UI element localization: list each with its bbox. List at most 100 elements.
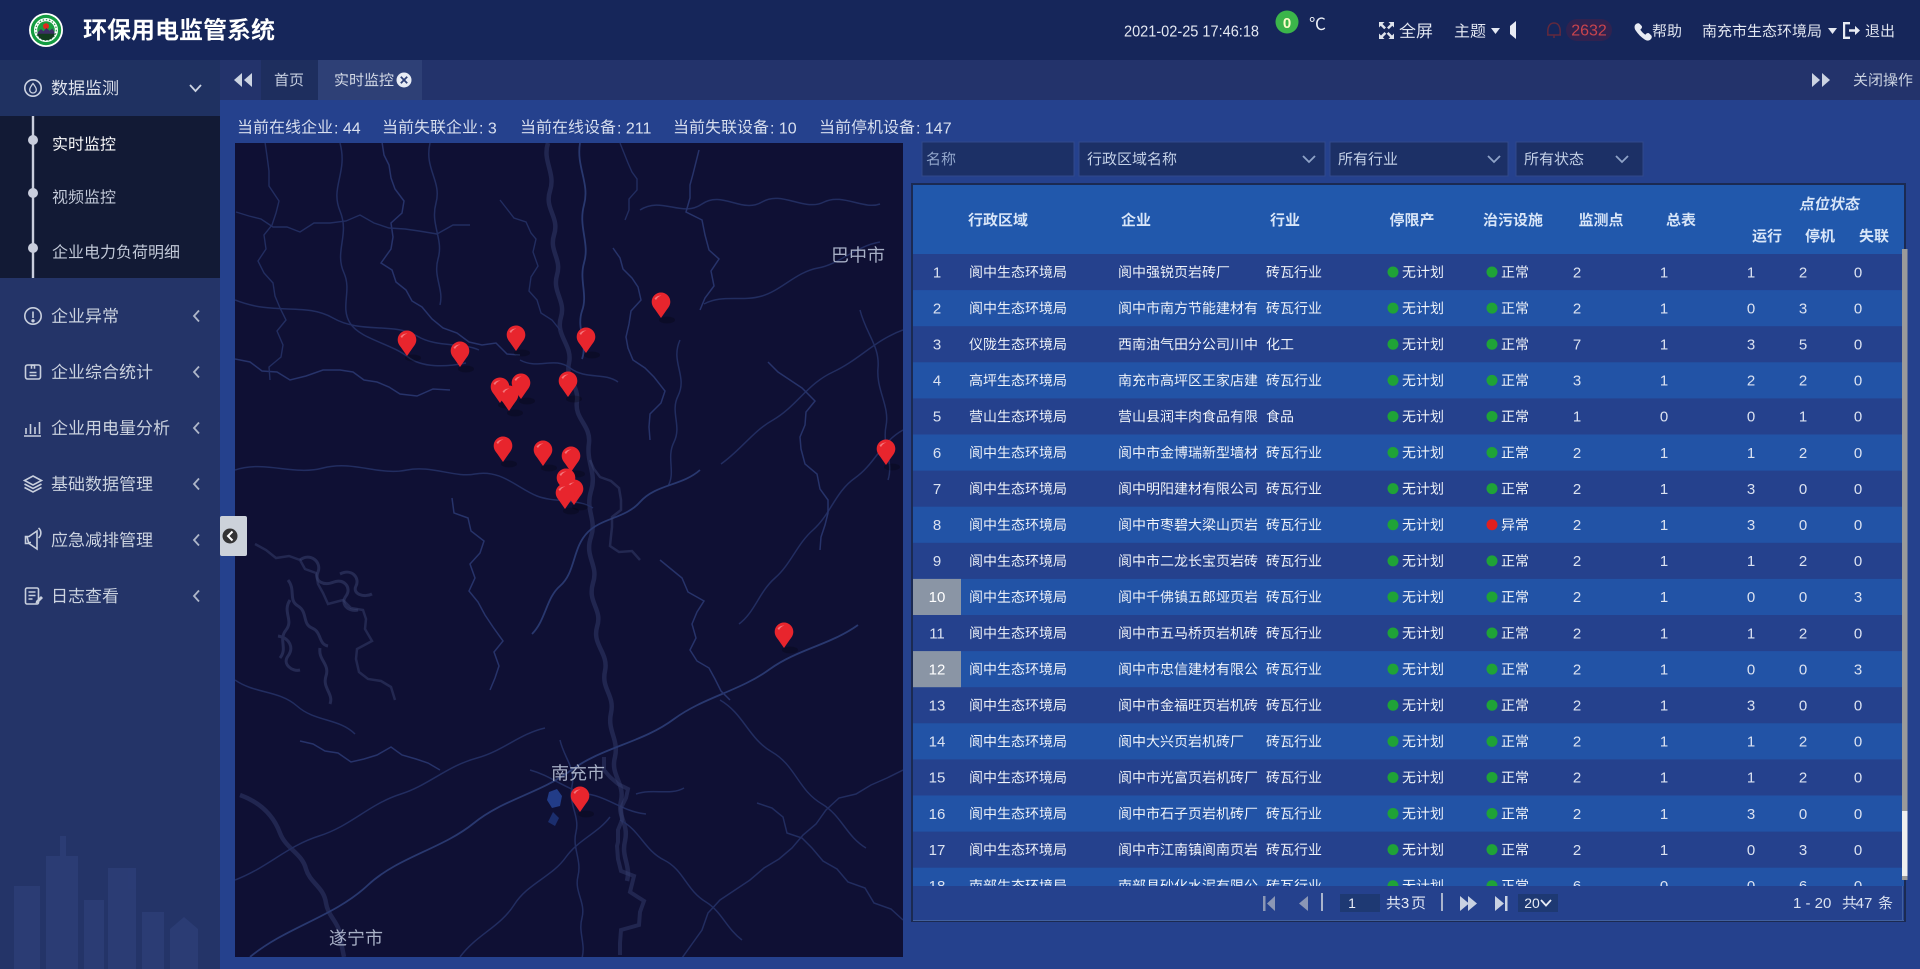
svg-text:0: 0 bbox=[1854, 481, 1862, 498]
svg-text:2: 2 bbox=[1573, 770, 1581, 787]
svg-text:14: 14 bbox=[929, 734, 946, 751]
svg-text:0: 0 bbox=[1747, 300, 1755, 317]
svg-text:1: 1 bbox=[1660, 625, 1668, 642]
svg-text:3: 3 bbox=[1573, 373, 1581, 390]
svg-text:3: 3 bbox=[933, 337, 941, 354]
svg-text:1: 1 bbox=[1660, 445, 1668, 462]
svg-text:0: 0 bbox=[1854, 445, 1862, 462]
svg-text:2: 2 bbox=[1799, 553, 1807, 570]
svg-text:0: 0 bbox=[1854, 806, 1862, 823]
svg-text:1: 1 bbox=[1747, 625, 1755, 642]
svg-text:3: 3 bbox=[1747, 517, 1755, 534]
svg-text:1: 1 bbox=[1660, 337, 1668, 354]
svg-text:0: 0 bbox=[1747, 589, 1755, 606]
svg-text:0: 0 bbox=[1747, 842, 1755, 859]
svg-text:3: 3 bbox=[1854, 589, 1862, 606]
svg-text:2: 2 bbox=[1573, 589, 1581, 606]
svg-text:3: 3 bbox=[1747, 698, 1755, 715]
svg-text:1: 1 bbox=[1660, 806, 1668, 823]
svg-text:2: 2 bbox=[1573, 661, 1581, 678]
svg-text:1: 1 bbox=[1660, 698, 1668, 715]
svg-text:11: 11 bbox=[929, 625, 945, 642]
svg-text:1: 1 bbox=[1747, 770, 1755, 787]
svg-text:: 10: : 10 bbox=[770, 121, 797, 138]
svg-text:1 - 20: 1 - 20 bbox=[1793, 895, 1831, 912]
svg-text:1: 1 bbox=[1660, 553, 1668, 570]
svg-text:1: 1 bbox=[1660, 517, 1668, 534]
svg-text:1: 1 bbox=[1799, 409, 1807, 426]
svg-text:1: 1 bbox=[933, 264, 941, 281]
svg-text:: 211: : 211 bbox=[617, 121, 652, 138]
svg-text:0: 0 bbox=[1854, 373, 1862, 390]
svg-text:0: 0 bbox=[1854, 734, 1862, 751]
svg-text:1: 1 bbox=[1747, 264, 1755, 281]
svg-text:0: 0 bbox=[1799, 517, 1807, 534]
svg-text:1: 1 bbox=[1660, 481, 1668, 498]
svg-text:13: 13 bbox=[929, 698, 946, 715]
svg-text:2: 2 bbox=[1573, 553, 1581, 570]
svg-text:15: 15 bbox=[929, 770, 946, 787]
svg-text:0: 0 bbox=[1854, 517, 1862, 534]
svg-text:0: 0 bbox=[1854, 842, 1862, 859]
svg-text:0: 0 bbox=[1854, 300, 1862, 317]
svg-text:20: 20 bbox=[1524, 895, 1540, 911]
svg-text:0: 0 bbox=[1799, 698, 1807, 715]
svg-text:2: 2 bbox=[1573, 445, 1581, 462]
svg-text:0: 0 bbox=[1854, 698, 1862, 715]
svg-text:3: 3 bbox=[1799, 300, 1807, 317]
svg-text:: 147: : 147 bbox=[916, 121, 952, 138]
svg-text:2632: 2632 bbox=[1571, 23, 1607, 40]
svg-text:4: 4 bbox=[933, 373, 941, 390]
svg-text:0: 0 bbox=[1854, 553, 1862, 570]
svg-text:0: 0 bbox=[1854, 409, 1862, 426]
svg-text:0: 0 bbox=[1283, 15, 1291, 32]
svg-text:0: 0 bbox=[1854, 264, 1862, 281]
svg-text:1: 1 bbox=[1348, 895, 1356, 911]
svg-text:3: 3 bbox=[1799, 842, 1807, 859]
svg-text:0: 0 bbox=[1660, 409, 1668, 426]
svg-text:1: 1 bbox=[1660, 300, 1668, 317]
svg-text:2: 2 bbox=[1799, 625, 1807, 642]
svg-text:9: 9 bbox=[933, 553, 941, 570]
svg-text:3: 3 bbox=[1747, 481, 1755, 498]
svg-text:7: 7 bbox=[933, 481, 941, 498]
svg-text:6: 6 bbox=[933, 445, 941, 462]
svg-text:0: 0 bbox=[1747, 409, 1755, 426]
svg-text:2: 2 bbox=[1799, 373, 1807, 390]
svg-text:16: 16 bbox=[929, 806, 946, 823]
svg-text:1: 1 bbox=[1747, 445, 1755, 462]
svg-text:1: 1 bbox=[1747, 553, 1755, 570]
svg-text:17: 17 bbox=[929, 842, 946, 859]
svg-text:2: 2 bbox=[1573, 481, 1581, 498]
svg-text:1: 1 bbox=[1573, 409, 1581, 426]
svg-text:5: 5 bbox=[933, 409, 941, 426]
svg-text:0: 0 bbox=[1854, 770, 1862, 787]
svg-text:0: 0 bbox=[1799, 589, 1807, 606]
svg-text:3: 3 bbox=[1401, 895, 1409, 912]
svg-text:1: 1 bbox=[1660, 770, 1668, 787]
svg-text:3: 3 bbox=[1747, 806, 1755, 823]
svg-text:2: 2 bbox=[1573, 734, 1581, 751]
svg-text:2: 2 bbox=[1799, 264, 1807, 281]
svg-text:2: 2 bbox=[1573, 842, 1581, 859]
svg-text:2: 2 bbox=[1573, 625, 1581, 642]
svg-text:5: 5 bbox=[1799, 337, 1807, 354]
svg-text:0: 0 bbox=[1799, 481, 1807, 498]
svg-text:12: 12 bbox=[929, 661, 946, 678]
svg-text:0: 0 bbox=[1854, 625, 1862, 642]
svg-text:2: 2 bbox=[1747, 373, 1755, 390]
svg-text:1: 1 bbox=[1660, 264, 1668, 281]
svg-text:0: 0 bbox=[1854, 337, 1862, 354]
svg-text:3: 3 bbox=[1854, 661, 1862, 678]
svg-text:2: 2 bbox=[1799, 770, 1807, 787]
svg-text:10: 10 bbox=[929, 589, 946, 606]
svg-text:3: 3 bbox=[1747, 337, 1755, 354]
svg-text:2021-02-25 17:46:18: 2021-02-25 17:46:18 bbox=[1124, 24, 1259, 41]
svg-text:2: 2 bbox=[1573, 300, 1581, 317]
svg-text:2: 2 bbox=[1573, 264, 1581, 281]
svg-text:2: 2 bbox=[933, 300, 941, 317]
svg-text:1: 1 bbox=[1747, 734, 1755, 751]
svg-text:2: 2 bbox=[1799, 445, 1807, 462]
svg-text:2: 2 bbox=[1573, 806, 1581, 823]
svg-text:0: 0 bbox=[1799, 806, 1807, 823]
